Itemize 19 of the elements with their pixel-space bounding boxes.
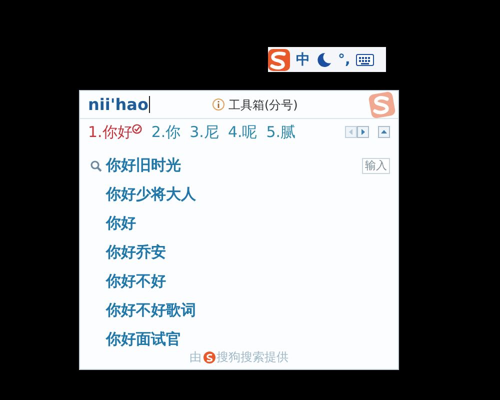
toolbox-link[interactable]: 工具箱(分号) (228, 96, 298, 114)
suggestion-item[interactable]: 你好旧时光 (106, 154, 181, 177)
candidate-item[interactable]: 2.你 (151, 120, 181, 144)
input-button[interactable]: 输入 (362, 158, 390, 174)
candidate-item[interactable]: 4.呢 (228, 120, 258, 144)
input-mode-toggle[interactable]: 中 (296, 52, 310, 66)
suggestion-item[interactable]: 你好不好 (106, 270, 166, 293)
footer-text: 搜狗搜索提供 (216, 349, 288, 366)
suggestion-item[interactable]: 你好乔安 (106, 241, 166, 264)
candidate-item[interactable]: 1.你好 (88, 120, 132, 144)
punctuation-toggle[interactable]: °, (338, 52, 350, 66)
suggestion-item[interactable]: 你好 (106, 212, 136, 235)
candidate-item[interactable]: 5.腻 (266, 120, 296, 144)
suggestion-item[interactable]: 你好面试官 (106, 328, 181, 351)
composition-text: nii'hao (88, 96, 150, 114)
candidate-item[interactable]: 3.尼 (190, 120, 219, 144)
suggestion-item[interactable]: 你好不好歌词 (106, 299, 196, 322)
suggestion-item[interactable]: 你好少将大人 (106, 183, 196, 206)
footer-text: 由 (190, 349, 202, 366)
